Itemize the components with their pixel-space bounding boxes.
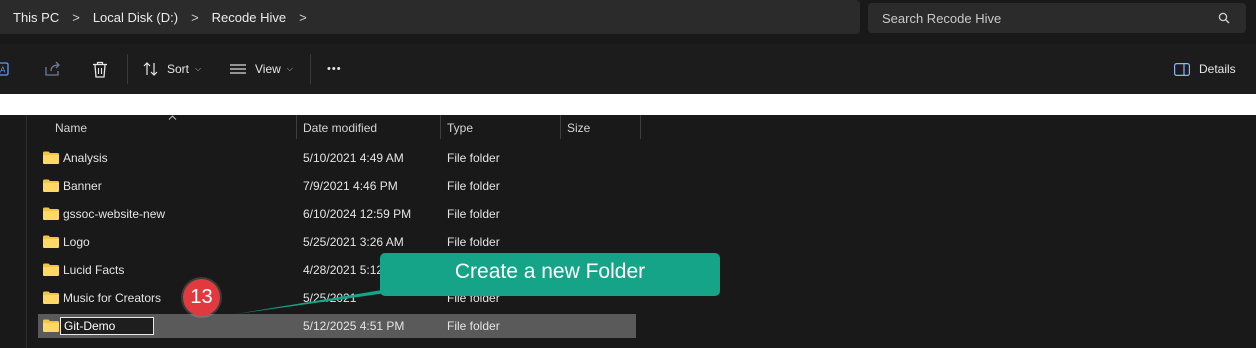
step-number-badge: 13 — [183, 279, 220, 316]
callout-bubble: Create a new Folder — [380, 253, 720, 296]
